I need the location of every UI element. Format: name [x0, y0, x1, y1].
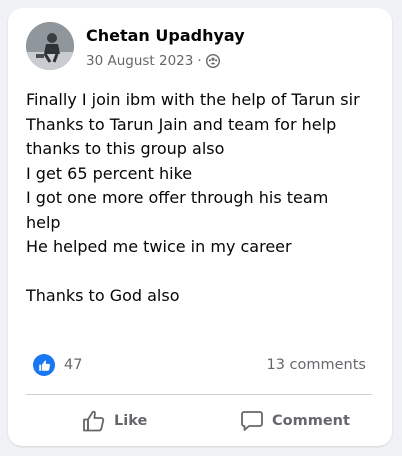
post-line: I got one more offer through his team — [26, 188, 329, 207]
post-line: Finally I join ibm with the help of Taru… — [26, 90, 360, 109]
divider — [26, 394, 372, 395]
post-line — [26, 260, 378, 285]
post-date[interactable]: 30 August 2023 — [86, 52, 193, 70]
post-line: He helped me twice in my career — [26, 237, 292, 256]
post-line: I get 65 percent hike — [26, 163, 193, 183]
comment-button-label: Comment — [272, 413, 350, 429]
reaction-count[interactable]: 47 — [64, 357, 82, 373]
author-name[interactable]: Chetan Upadhyay — [86, 26, 245, 46]
post-body: Finally I join ibm with the help of Taru… — [26, 88, 378, 309]
post-line: thanks to this group also — [26, 139, 225, 158]
thumbs-up-icon — [83, 410, 105, 432]
author-avatar[interactable] — [26, 22, 74, 70]
post-line: Thanks to Tarun Jain and team for help — [26, 114, 337, 134]
group-audience-icon[interactable] — [205, 54, 220, 68]
like-reaction-icon[interactable] — [33, 354, 55, 376]
post-header: Chetan Upadhyay 30 August 2023 · — [26, 22, 376, 74]
meta-separator: · — [197, 53, 202, 69]
like-button[interactable]: Like — [82, 405, 147, 437]
like-button-label: Like — [114, 413, 148, 429]
post-line: help — [26, 212, 61, 232]
comment-button[interactable]: Comment — [240, 405, 350, 437]
post-actions: Like Comment — [26, 401, 372, 441]
speech-bubble-icon — [241, 411, 263, 431]
post-meta: 30 August 2023 · — [86, 52, 220, 70]
comment-count[interactable]: 13 comments — [266, 357, 366, 373]
profile-photo-icon — [26, 22, 74, 70]
post-stats: 47 13 comments — [26, 354, 370, 378]
post-line: Thanks to God also — [26, 286, 180, 305]
post-card: Chetan Upadhyay 30 August 2023 · Finally… — [8, 8, 392, 446]
